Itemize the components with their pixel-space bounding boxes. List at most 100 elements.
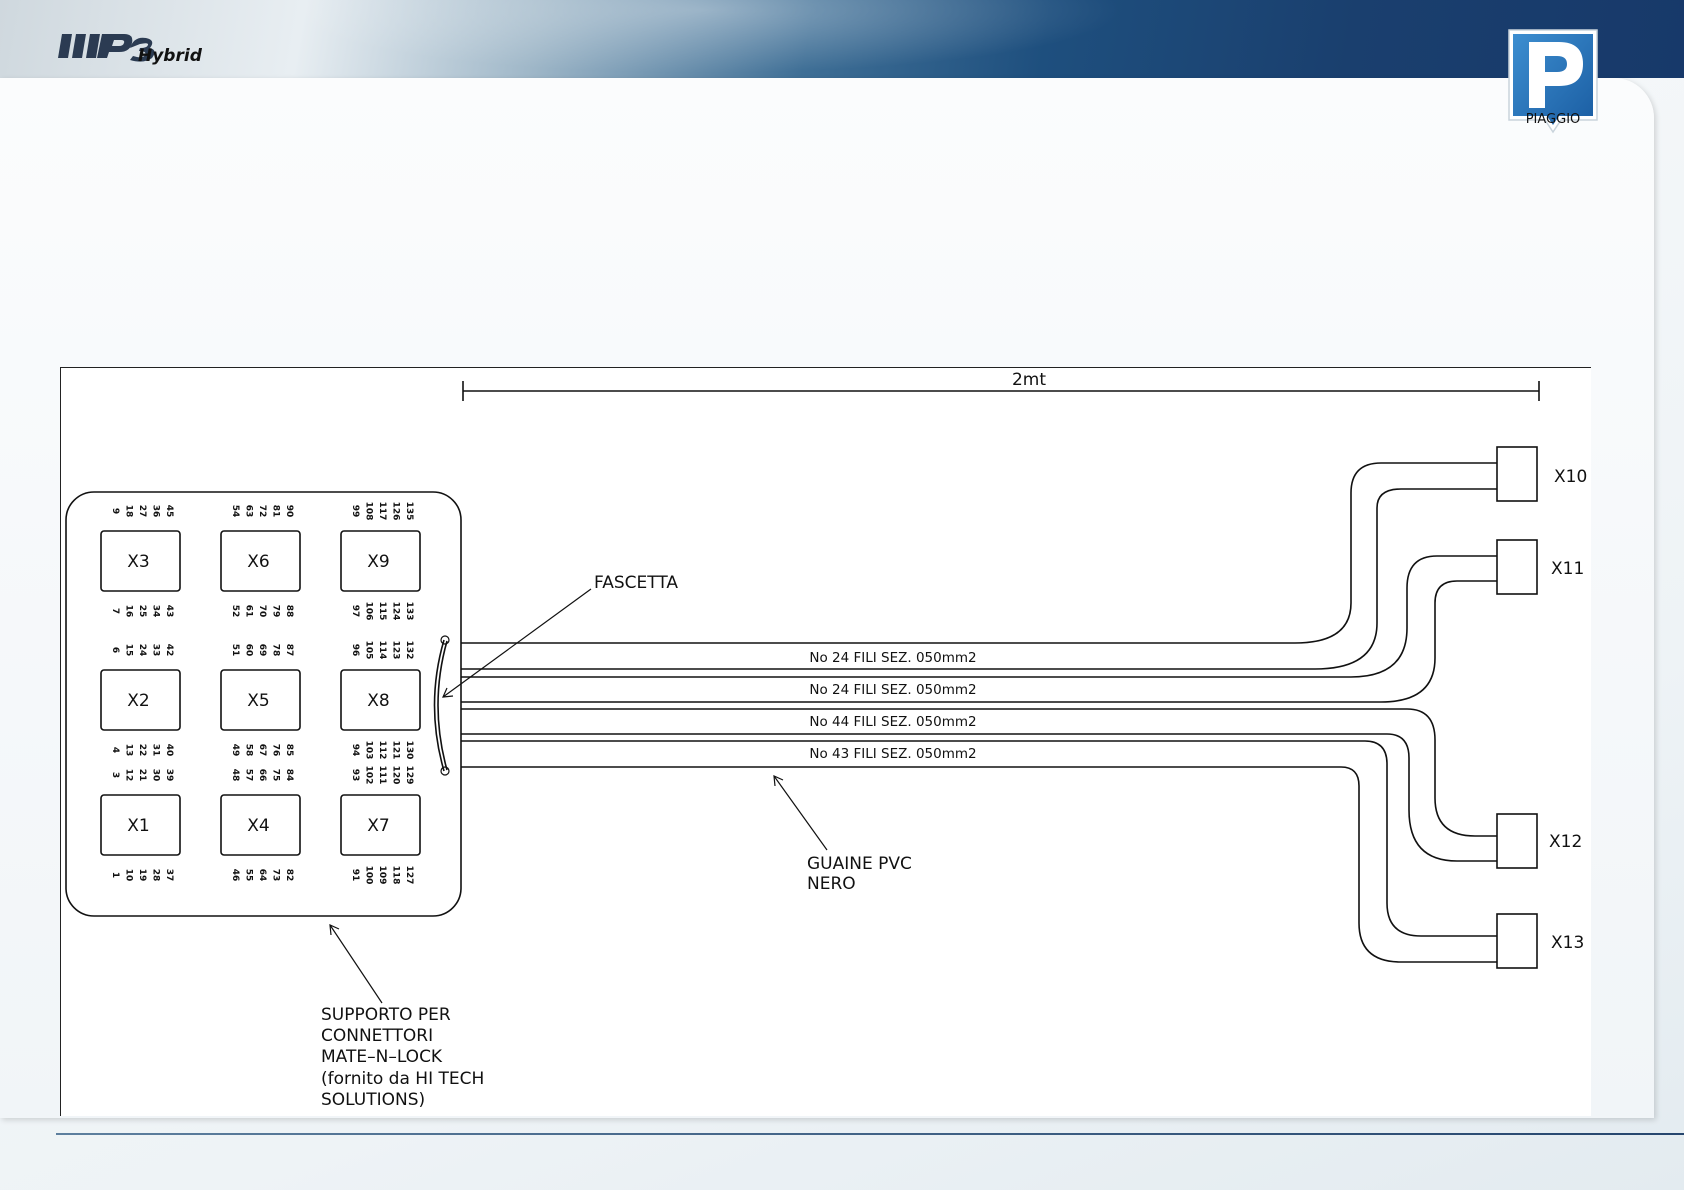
support-label-line-4: (fornito da HI TECH [321, 1069, 484, 1089]
sheath-annotation: GUAINE PVC NERO [773, 775, 912, 894]
connector-x8-pin-top: 123 [391, 641, 401, 660]
wiring-diagram: 2mt X3 9 18 27 36 45 7 16 25 34 43 X6 54 63 72 81 90 52 61… [60, 367, 1591, 1116]
cable-4-label: No 43 FILI SEZ. 050mm2 [809, 746, 976, 762]
connector-x2-pin-bottom: 31 [151, 744, 161, 757]
connector-x9-pin-top: 135 [404, 502, 414, 521]
piaggio-logo: PIAGGIO [1508, 29, 1598, 134]
connector-x3-pin-bottom: 16 [124, 605, 134, 618]
connector-x1-pin-top: 12 [124, 769, 134, 782]
cable-bundle-4: No 43 FILI SEZ. 050mm2 [461, 740, 1497, 963]
connector-x6-label: X6 [247, 552, 269, 572]
end-connector-x12-body [1496, 813, 1538, 869]
connector-x9-pin-bottom: 97 [350, 605, 360, 618]
support-leader [329, 924, 383, 1004]
connector-x7: X7 93 102 111 120 129 91 100 109 118 127 [340, 766, 421, 885]
connector-x9: X9 99 108 117 126 135 97 106 115 124 133 [340, 502, 421, 621]
connector-x7-pin-bottom: 91 [350, 869, 360, 882]
cable-4-bottom-line [461, 766, 1497, 963]
connector-x3-pin-top: 9 [110, 508, 120, 514]
connector-x6-pin-bottom: 70 [257, 605, 267, 618]
connector-x4-pin-bottom: 82 [284, 869, 294, 882]
connector-x8-pin-bottom: 121 [391, 741, 401, 760]
connector-x2-pin-top: 42 [164, 644, 174, 657]
end-connector-x10-body [1496, 446, 1538, 502]
connector-x2-pin-bottom: 40 [164, 744, 174, 757]
end-connector-x11-label: X11 [1551, 559, 1584, 579]
connector-x8-pin-top: 96 [350, 644, 360, 657]
end-connector-x11-body [1496, 539, 1538, 595]
connector-x2-pin-bottom: 13 [124, 744, 134, 757]
cable-2-label: No 24 FILI SEZ. 050mm2 [809, 682, 976, 698]
connector-x5: X5 51 60 69 78 87 49 58 67 76 85 [220, 644, 301, 757]
connector-x3: X3 9 18 27 36 45 7 16 25 34 43 [100, 505, 181, 618]
connector-x6-pin-top: 90 [284, 505, 294, 518]
sheath-label-line-2: NERO [807, 874, 856, 894]
connector-x7-pin-top: 102 [364, 766, 374, 785]
connector-x8-pin-bottom: 130 [404, 741, 414, 760]
connector-x7-pin-top: 111 [377, 766, 387, 785]
connector-x7-pin-top: 120 [391, 766, 401, 785]
connector-x7-pin-top: 93 [350, 769, 360, 782]
connector-x9-pin-bottom: 133 [404, 602, 414, 621]
connector-x5-pin-bottom: 49 [230, 744, 240, 757]
connector-x5-pin-bottom: 58 [244, 744, 254, 757]
connector-x1-pin-top: 3 [110, 772, 120, 778]
connector-x9-pin-top: 108 [364, 502, 374, 521]
connector-x9-pin-bottom: 115 [377, 602, 387, 621]
connector-x8: X8 96 105 114 123 132 94 103 112 121 130 [340, 641, 421, 760]
connector-x4-pin-top: 66 [257, 769, 267, 782]
connector-x6-pin-bottom: 61 [244, 605, 254, 618]
connector-x6-pin-top: 63 [244, 505, 254, 518]
connector-x2-pin-bottom: 22 [137, 744, 147, 757]
connector-x6-pin-top: 72 [257, 505, 267, 518]
connector-x8-pin-bottom: 103 [364, 741, 374, 760]
cable-3-top-line [461, 708, 1497, 837]
cable-tie: FASCETTA [433, 573, 678, 776]
cable-bundle-3: No 44 FILI SEZ. 050mm2 [461, 708, 1497, 862]
connector-x8-pin-top: 114 [377, 641, 387, 660]
connector-x8-label: X8 [367, 691, 389, 711]
connector-x1-pin-top: 30 [151, 769, 161, 782]
connector-x6: X6 54 63 72 81 90 52 61 70 79 88 [220, 505, 301, 618]
connector-x8-pin-bottom: 94 [350, 744, 360, 757]
cable-3-bottom-line [461, 733, 1497, 862]
connector-x3-pin-bottom: 7 [110, 608, 120, 614]
connector-x1-pin-bottom: 37 [164, 869, 174, 882]
connector-x6-pin-bottom: 52 [230, 605, 240, 618]
connector-x9-pin-top: 126 [391, 502, 401, 521]
connector-x5-pin-top: 60 [244, 644, 254, 657]
connector-x1-pin-bottom: 1 [110, 872, 120, 878]
cable-2-bottom-line [461, 580, 1497, 703]
support-annotation: SUPPORTO PER CONNETTORI MATE–N–LOCK (for… [321, 924, 484, 1110]
connector-x6-pin-bottom: 88 [284, 605, 294, 618]
connector-x5-pin-bottom: 76 [271, 744, 281, 757]
length-dimension: 2mt [462, 370, 1540, 401]
connector-x7-pin-bottom: 100 [364, 866, 374, 885]
connector-x3-pin-bottom: 34 [151, 605, 161, 618]
connector-x7-pin-top: 129 [404, 766, 414, 785]
connector-x3-label: X3 [127, 552, 149, 572]
connector-x8-pin-top: 105 [364, 641, 374, 660]
connector-x5-pin-top: 87 [284, 644, 294, 657]
footer-line [56, 1133, 1684, 1135]
mp3-hybrid-logo: Hybrid [58, 34, 203, 66]
support-label-line-1: SUPPORTO PER [321, 1005, 451, 1025]
connector-x2-pin-top: 24 [137, 644, 147, 657]
fascetta-label: FASCETTA [594, 573, 678, 593]
connector-x9-pin-bottom: 106 [364, 602, 374, 621]
connector-x2-label: X2 [127, 691, 149, 711]
connector-x6-pin-top: 81 [271, 505, 281, 518]
connector-x1-pin-top: 39 [164, 769, 174, 782]
support-label-line-2: CONNETTORI [321, 1026, 433, 1046]
length-label: 2mt [1012, 370, 1046, 390]
connector-x9-pin-top: 117 [377, 502, 387, 521]
connector-x1-pin-top: 21 [137, 769, 147, 782]
connector-x5-pin-bottom: 85 [284, 744, 294, 757]
connector-x7-label: X7 [367, 816, 389, 836]
connector-x3-pin-top: 36 [151, 505, 161, 518]
connector-x7-pin-bottom: 127 [404, 866, 414, 885]
connector-x5-pin-bottom: 67 [257, 744, 267, 757]
connector-x2-pin-top: 33 [151, 644, 161, 657]
sheath-leader [773, 775, 828, 851]
connector-x4-pin-bottom: 55 [244, 869, 254, 882]
